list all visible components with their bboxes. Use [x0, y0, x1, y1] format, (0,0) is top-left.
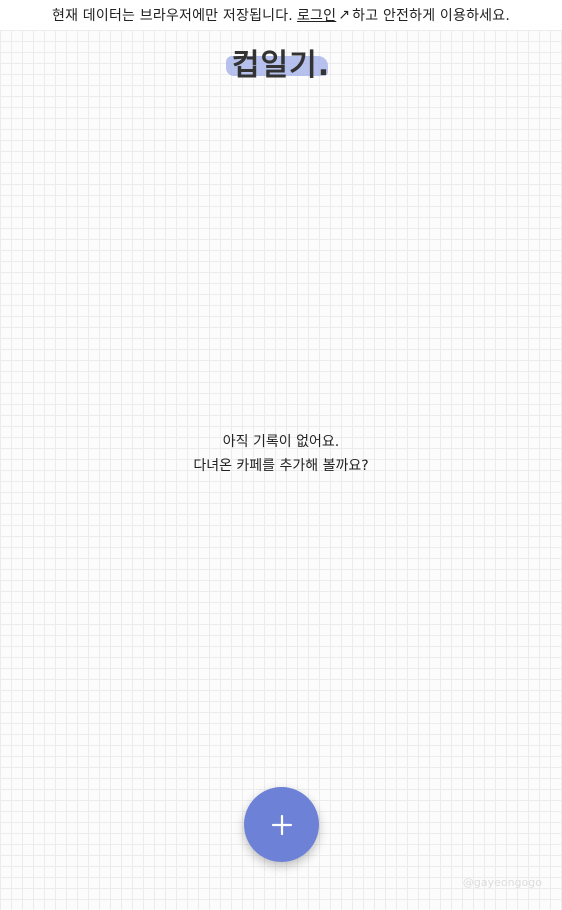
page-title-text: 컵일기. — [231, 48, 331, 83]
page-title: 컵일기. — [225, 40, 334, 84]
notice-text-suffix: 하고 안전하게 이용하세요. — [352, 8, 510, 24]
plus-icon — [271, 814, 292, 835]
empty-state-line-2: 다녀온 카페를 추가해 볼까요? — [193, 458, 369, 474]
header: 컵일기. — [0, 40, 562, 84]
watermark: @gayeongogo — [462, 876, 542, 889]
empty-state-line-1: 아직 기록이 없어요. — [222, 434, 340, 450]
external-arrow-icon: ↗ — [338, 7, 351, 23]
empty-state-message: 아직 기록이 없어요. 다녀온 카페를 추가해 볼까요? — [0, 430, 562, 478]
add-cafe-button[interactable] — [244, 787, 319, 862]
notice-text-prefix: 현재 데이터는 브라우저에만 저장됩니다. — [52, 8, 293, 24]
login-notice-bar: 현재 데이터는 브라우저에만 저장됩니다. 로그인 ↗ 하고 안전하게 이용하세… — [0, 0, 562, 30]
login-link[interactable]: 로그인 — [297, 5, 336, 25]
